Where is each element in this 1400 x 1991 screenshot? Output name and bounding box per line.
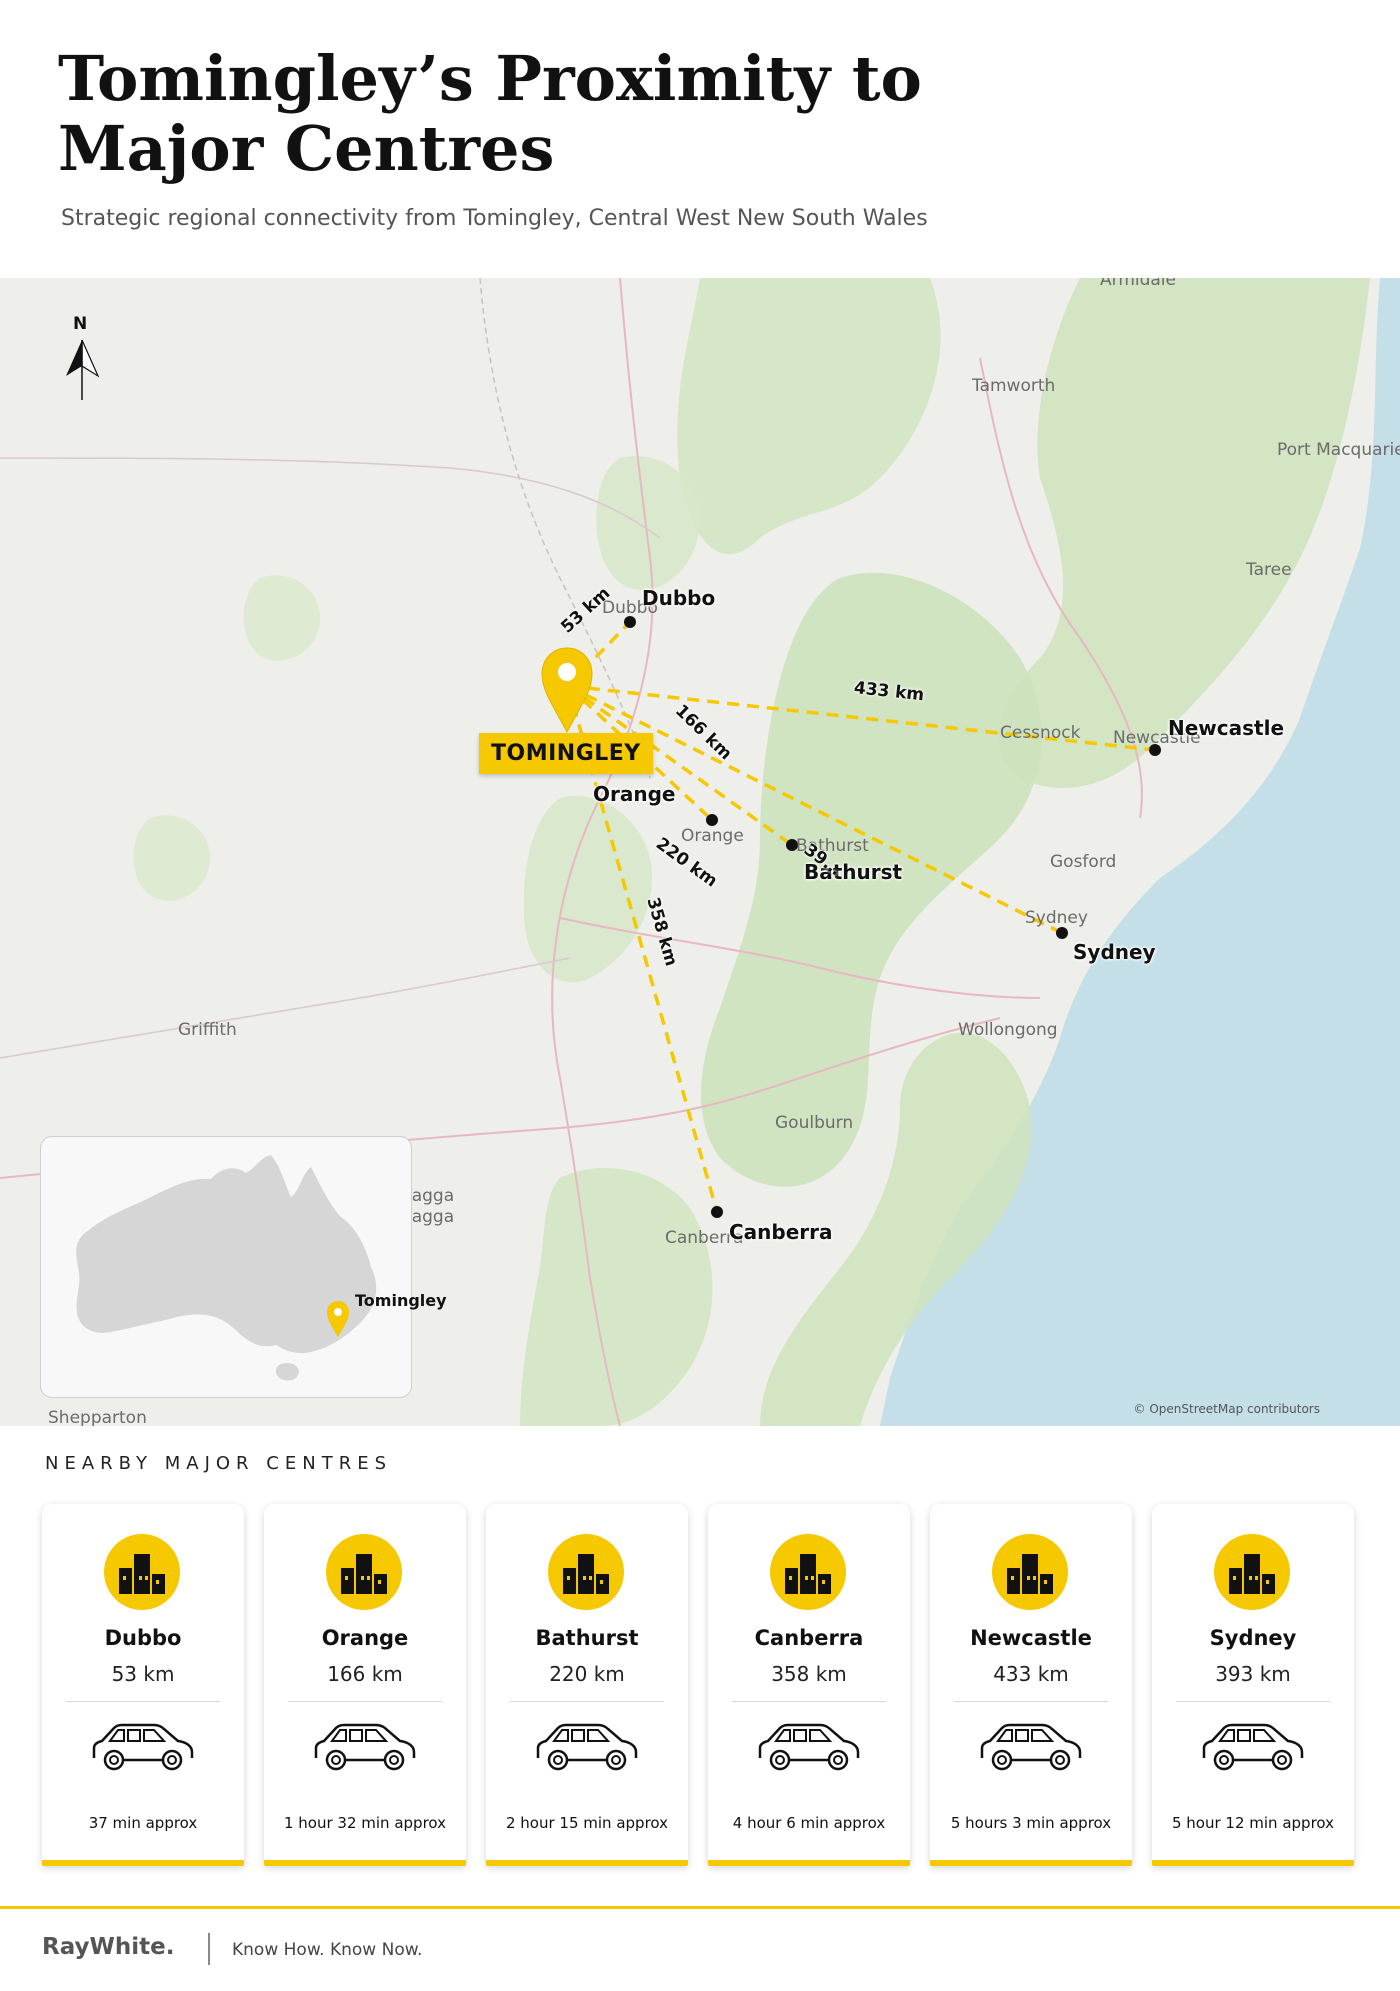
place-label-griffith: Griffith (178, 1020, 237, 1040)
card-drive-time: 1 hour 32 min approx (283, 1814, 446, 1832)
place-label-armidale: Armidale (1100, 278, 1176, 290)
card-divider (288, 1701, 442, 1702)
place-label-cessnock: Cessnock (1000, 723, 1081, 743)
centre-card[interactable]: Orange 166 km 1 hour 32 min approx (264, 1504, 466, 1866)
inset-tomingley-label: Tomingley (355, 1291, 447, 1310)
card-distance: 393 km (1215, 1662, 1291, 1686)
place-label-shepparton: Shepparton (48, 1408, 147, 1426)
footer-tagline: Know How. Know Now. (232, 1940, 423, 1960)
card-city-name: Orange (321, 1626, 409, 1650)
city-buildings-icon (992, 1534, 1068, 1610)
canberra-dot (711, 1206, 723, 1218)
card-city-name: Canberra (754, 1626, 864, 1650)
page-header: Tomingley’s Proximity to Major Centres S… (0, 0, 1400, 278)
card-distance: 358 km (771, 1662, 847, 1686)
forest-area (243, 575, 320, 661)
centre-card[interactable]: Bathurst 220 km 2 hour 15 min approx (486, 1504, 688, 1866)
card-city-name: Sydney (1209, 1626, 1297, 1650)
card-drive-time: 5 hour 12 min approx (1171, 1814, 1334, 1832)
north-arrow-icon (66, 339, 100, 400)
card-distance: 220 km (549, 1662, 625, 1686)
city-label-canberra: Canberra (729, 1220, 833, 1244)
place-label-gosford: Gosford (1050, 852, 1117, 872)
title-line-1: Tomingley’s Proximity to (58, 42, 922, 115)
place-label-sydney: Sydney (1025, 908, 1088, 928)
road (0, 457, 661, 539)
road (0, 957, 571, 1059)
city-label-newcastle: Newcastle (1168, 716, 1285, 740)
sydney-dot (1056, 927, 1068, 939)
card-distance: 433 km (993, 1662, 1069, 1686)
inset-australia-map (40, 1136, 412, 1398)
forest-area (677, 278, 941, 555)
forest-area (520, 1168, 713, 1426)
card-divider (732, 1701, 886, 1702)
title-line-2: Major Centres (58, 112, 555, 185)
place-label-tamworth: Tamworth (972, 376, 1056, 396)
tasmania-landmass (275, 1363, 299, 1381)
forest-area (133, 815, 210, 901)
card-divider (1176, 1701, 1330, 1702)
card-drive-time: 37 min approx (88, 1814, 198, 1832)
tomingley-label: TOMINGLEY (479, 733, 653, 774)
footer-divider (0, 1906, 1400, 1909)
card-distance: 166 km (327, 1662, 403, 1686)
card-drive-time: 4 hour 6 min approx (732, 1814, 886, 1832)
brand-logo[interactable]: RayWhite. (42, 1934, 174, 1960)
regional-map[interactable]: N Armidale Tamworth Port Macquarie Taree… (0, 278, 1400, 1426)
city-label-dubbo: Dubbo (642, 586, 716, 610)
place-label-wollongong: Wollongong (958, 1020, 1058, 1040)
city-label-sydney: Sydney (1073, 940, 1156, 964)
city-buildings-icon (104, 1534, 180, 1610)
map-attribution[interactable]: © OpenStreetMap contributors (1134, 1402, 1320, 1416)
centre-card[interactable]: Newcastle 433 km 5 hours 3 min approx (930, 1504, 1132, 1866)
place-label-orange: Orange (681, 826, 744, 846)
centre-card[interactable]: Dubbo 53 km 37 min approx (42, 1504, 244, 1866)
card-drive-time: 2 hour 15 min approx (505, 1814, 668, 1832)
card-divider (510, 1701, 664, 1702)
card-drive-time: 5 hours 3 min approx (950, 1814, 1112, 1832)
city-buildings-icon (326, 1534, 402, 1610)
nearby-centres-cards: Dubbo 53 km 37 min approx Orange 166 km … (42, 1504, 1362, 1866)
place-label-taree: Taree (1246, 560, 1292, 580)
australia-shape (76, 1155, 377, 1381)
tomingley-pin-icon[interactable] (541, 647, 593, 734)
place-label-goulburn: Goulburn (775, 1113, 854, 1133)
page-title: Tomingley’s Proximity to Major Centres (58, 44, 1158, 184)
car-icon (980, 1723, 1082, 1771)
place-label-port-macquarie: Port Macquarie (1277, 440, 1400, 460)
centre-card[interactable]: Canberra 358 km 4 hour 6 min approx (708, 1504, 910, 1866)
city-buildings-icon (1214, 1534, 1290, 1610)
orange-dot (706, 814, 718, 826)
car-icon (92, 1723, 194, 1771)
car-icon (758, 1723, 860, 1771)
car-icon (536, 1723, 638, 1771)
city-label-orange: Orange (593, 782, 676, 806)
card-distance: 53 km (111, 1662, 175, 1686)
card-divider (66, 1701, 220, 1702)
centre-card[interactable]: Sydney 393 km 5 hour 12 min approx (1152, 1504, 1354, 1866)
card-city-name: Dubbo (104, 1626, 182, 1650)
card-city-name: Newcastle (970, 1626, 1092, 1650)
page-subtitle: Strategic regional connectivity from Tom… (61, 206, 928, 231)
card-divider (954, 1701, 1108, 1702)
car-icon (314, 1723, 416, 1771)
section-title: NEARBY MAJOR CENTRES (45, 1453, 392, 1474)
city-buildings-icon (770, 1534, 846, 1610)
car-icon (1202, 1723, 1304, 1771)
city-buildings-icon (548, 1534, 624, 1610)
footer-separator (208, 1933, 210, 1965)
card-city-name: Bathurst (535, 1626, 639, 1650)
